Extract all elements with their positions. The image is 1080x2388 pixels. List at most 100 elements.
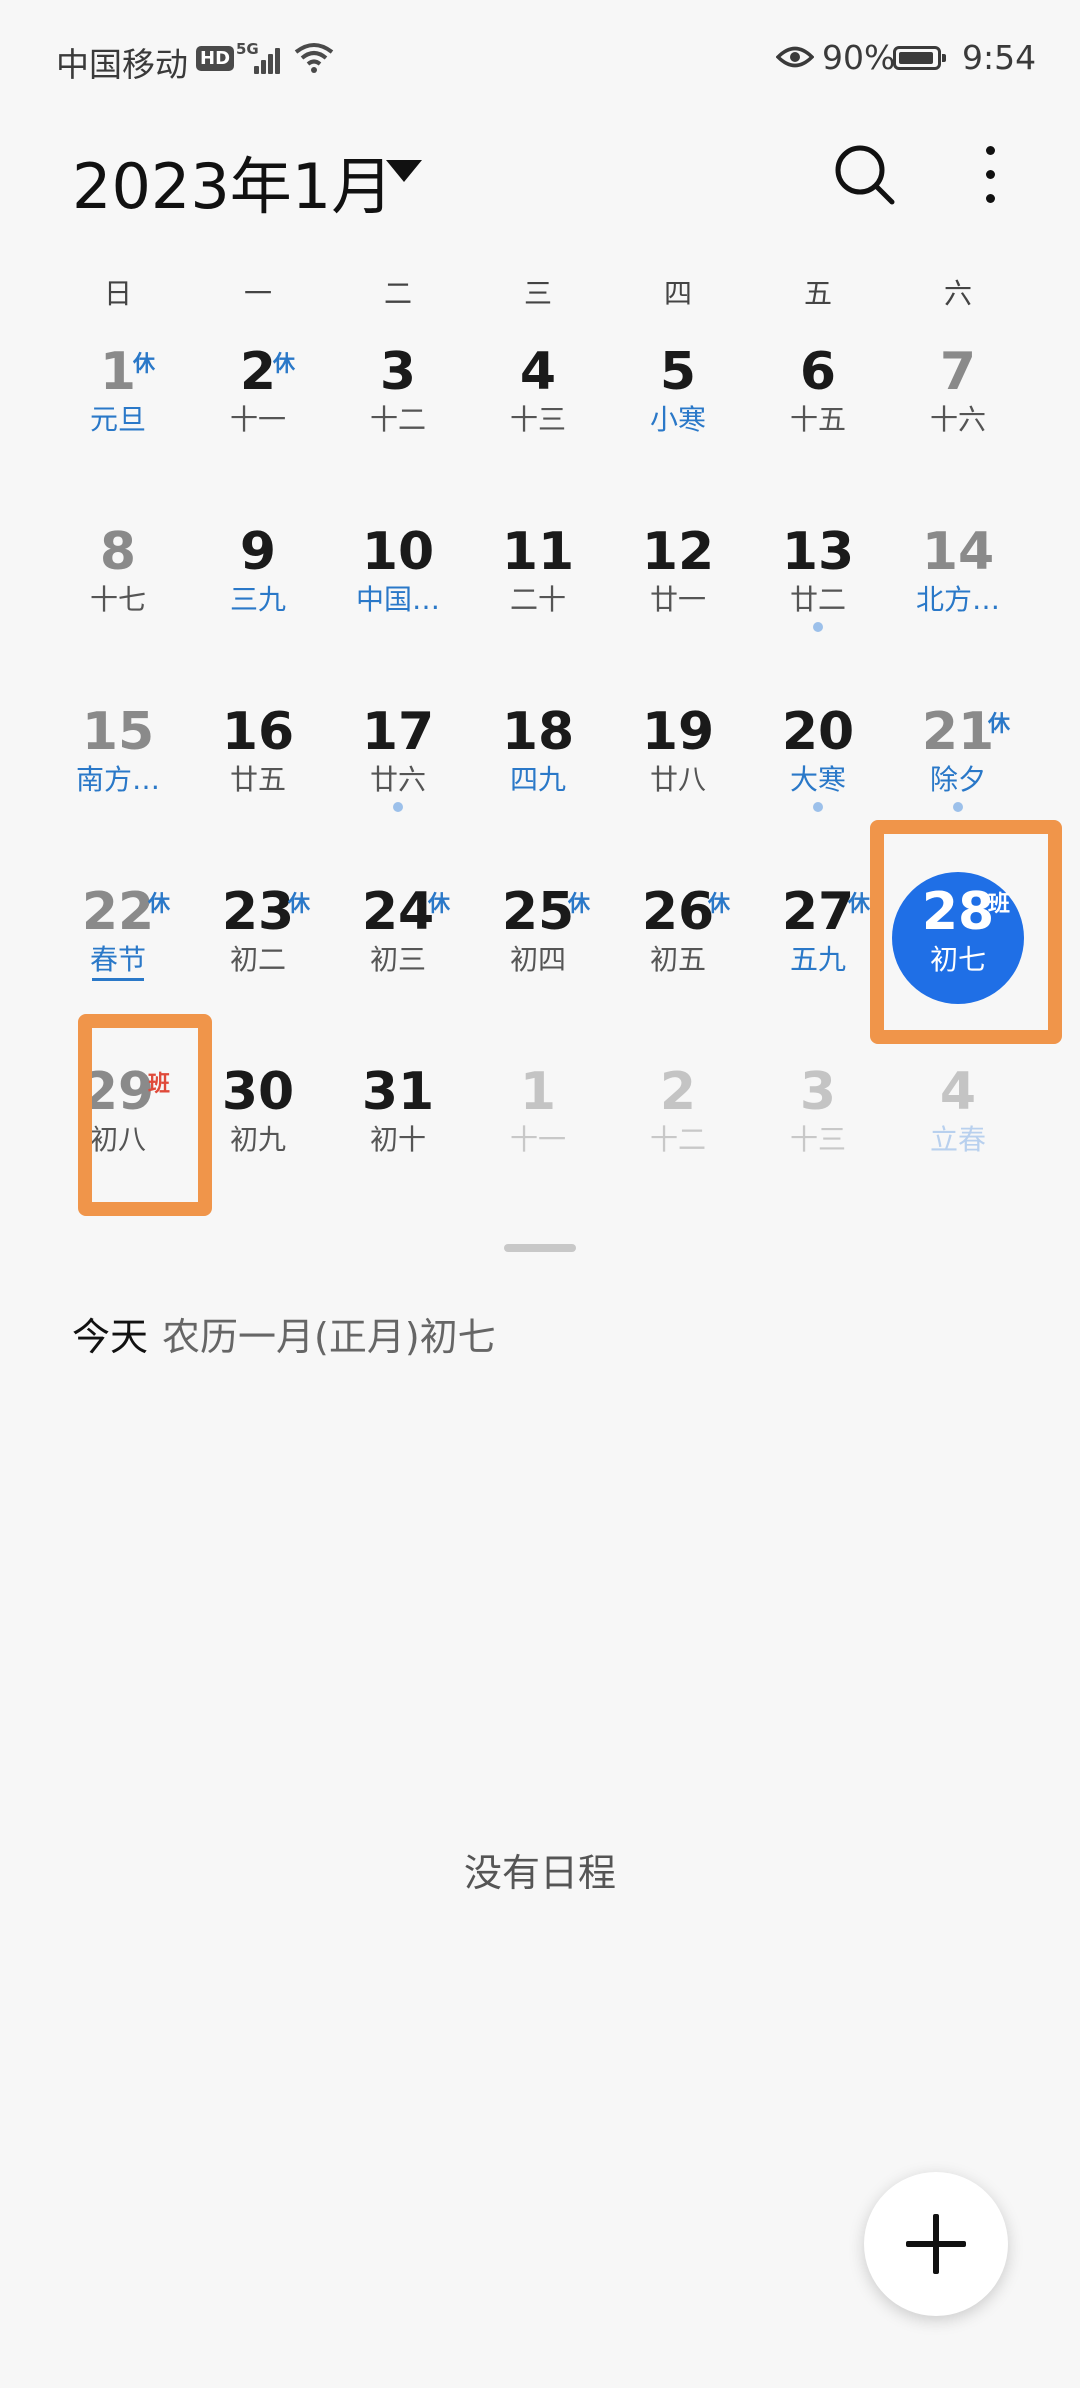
- holiday-tag: 休: [148, 892, 171, 917]
- weekday-header: 日 一 二 三 四 五 六: [0, 272, 1080, 312]
- festival-underline: [92, 978, 144, 981]
- calendar-day[interactable]: 7 十六: [888, 330, 1028, 510]
- calendar-day[interactable]: 4 立春: [888, 1050, 1028, 1230]
- calendar-day[interactable]: 14 北方…: [888, 510, 1028, 690]
- today-lunar-date: 农历一月(正月)初七: [162, 1315, 496, 1359]
- day-number: 3: [799, 1062, 837, 1122]
- lunar-date: 十五: [789, 403, 846, 436]
- day-number: 12: [641, 522, 715, 582]
- carrier-name: 中国移动: [56, 45, 188, 84]
- lunar-date: 初三: [369, 943, 426, 976]
- status-bar: 中国移动 HD 5G 90% 9:54: [0, 0, 1080, 120]
- weekday-label: 六: [943, 277, 972, 310]
- day-number: 31: [361, 1062, 435, 1122]
- day-number: 11: [501, 522, 575, 582]
- calendar-day[interactable]: 4 十三: [468, 330, 608, 510]
- calendar-day[interactable]: 18 四九: [468, 690, 608, 870]
- calendar-day[interactable]: 1 元旦 休: [48, 330, 188, 510]
- calendar-day[interactable]: 8 十七: [48, 510, 188, 690]
- eye-comfort-icon: [776, 46, 814, 68]
- lunar-date: 十二: [649, 1123, 706, 1156]
- lunar-date: 初二: [229, 943, 286, 976]
- day-number: 2: [659, 1062, 697, 1122]
- wifi-icon: [294, 43, 334, 73]
- lunar-date: 十三: [509, 403, 566, 436]
- more-options-icon[interactable]: [972, 142, 1008, 208]
- calendar-day[interactable]: 17 廿六: [328, 690, 468, 870]
- calendar-day[interactable]: 26 初五休: [608, 870, 748, 1050]
- calendar-day[interactable]: 5 小寒: [608, 330, 748, 510]
- holiday-tag: 休: [288, 892, 311, 917]
- calendar-day[interactable]: 20 大寒: [748, 690, 888, 870]
- holiday-tag: 休: [848, 892, 871, 917]
- calendar-day[interactable]: 1 十一: [468, 1050, 608, 1230]
- day-number: 1: [99, 342, 137, 402]
- calendar-day[interactable]: 11 二十: [468, 510, 608, 690]
- weekday-label: 三: [523, 277, 552, 310]
- lunar-date: 廿八: [649, 763, 706, 796]
- lunar-date: 中国…: [355, 583, 440, 616]
- holiday-tag: 休: [428, 892, 451, 917]
- calendar-day[interactable]: 2 十二: [608, 1050, 748, 1230]
- highlight-box-today: [870, 820, 1062, 1044]
- weekday-label: 二: [383, 277, 412, 310]
- empty-schedule-message: 没有日程: [463, 1851, 616, 1895]
- calendar-day[interactable]: 24 初三休: [328, 870, 468, 1050]
- event-dot: [813, 802, 823, 812]
- lunar-date: 春节: [89, 943, 146, 976]
- lunar-date: 初十: [369, 1123, 426, 1156]
- lunar-date: 十七: [89, 583, 146, 616]
- today-info: 今天 农历一月(正月)初七: [72, 1306, 496, 1361]
- calendar-day[interactable]: 3 十二: [328, 330, 468, 510]
- day-number: 19: [641, 702, 715, 762]
- highlight-box-29: [78, 1014, 212, 1216]
- weekday-label: 四: [663, 277, 692, 310]
- chevron-down-icon[interactable]: [386, 160, 422, 182]
- lunar-date: 二十: [509, 583, 566, 616]
- calendar-day[interactable]: 2 十一 休: [188, 330, 328, 510]
- calendar-day[interactable]: 10 中国…: [328, 510, 468, 690]
- day-number: 8: [99, 522, 137, 582]
- holiday-tag: 休: [708, 892, 731, 917]
- day-number: 1: [519, 1062, 557, 1122]
- day-number: 7: [939, 342, 977, 402]
- calendar-day[interactable]: 25 初四休: [468, 870, 608, 1050]
- day-number: 6: [799, 342, 837, 402]
- day-number: 16: [221, 702, 295, 762]
- calendar-day[interactable]: 6 十五: [748, 330, 888, 510]
- calendar-day[interactable]: 27 五九休: [748, 870, 888, 1050]
- search-icon[interactable]: [832, 142, 898, 208]
- month-title[interactable]: 2023年1月: [72, 136, 393, 226]
- calendar-day[interactable]: 12 廿一: [608, 510, 748, 690]
- calendar-day[interactable]: 15 南方…: [48, 690, 188, 870]
- event-dot: [813, 622, 823, 632]
- calendar-day[interactable]: 3 十三: [748, 1050, 888, 1230]
- calendar-day[interactable]: 31 初十: [328, 1050, 468, 1230]
- lunar-date: 南方…: [75, 763, 160, 796]
- day-number: 15: [81, 702, 155, 762]
- status-time: 9:54: [962, 38, 1037, 77]
- calendar-day[interactable]: 16 廿五: [188, 690, 328, 870]
- lunar-date: 廿一: [649, 583, 706, 616]
- lunar-date: 大寒: [789, 763, 846, 796]
- lunar-date: 北方…: [915, 583, 1000, 616]
- calendar-day[interactable]: 9 三九: [188, 510, 328, 690]
- lunar-date: 廿六: [369, 763, 426, 796]
- event-dot: [393, 802, 403, 812]
- day-number: 3: [379, 342, 417, 402]
- calendar-day[interactable]: 13 廿二: [748, 510, 888, 690]
- lunar-date: 十一: [229, 403, 286, 436]
- holiday-tag: 休: [133, 352, 156, 377]
- signal-icon: [254, 44, 286, 74]
- lunar-date: 十二: [369, 403, 426, 436]
- add-event-button[interactable]: [864, 2172, 1008, 2316]
- lunar-date: 元旦: [89, 403, 146, 436]
- hd-badge: HD: [196, 46, 235, 71]
- day-number: 13: [781, 522, 855, 582]
- day-number: 9: [239, 522, 277, 582]
- drag-handle[interactable]: [504, 1244, 576, 1252]
- lunar-date: 初四: [509, 943, 566, 976]
- lunar-date: 十一: [509, 1123, 566, 1156]
- lunar-date: 廿五: [229, 763, 286, 796]
- calendar-day[interactable]: 19 廿八: [608, 690, 748, 870]
